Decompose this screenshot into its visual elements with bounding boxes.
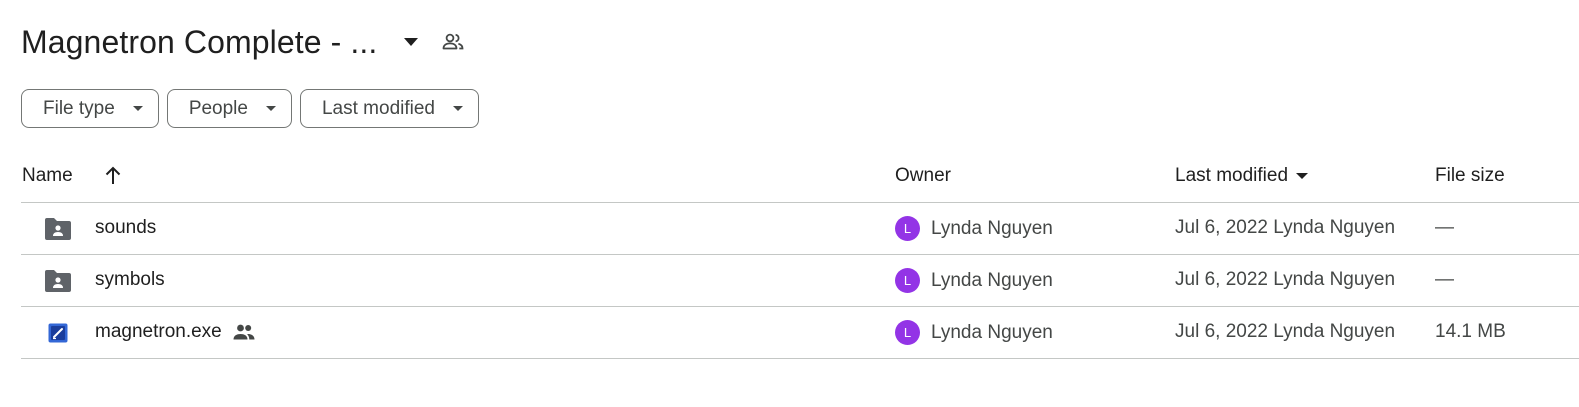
- shared-with-button[interactable]: [433, 22, 473, 62]
- table-row[interactable]: magnetron.exe L Lynda Nguyen Jul 6, 2022…: [21, 307, 1579, 359]
- file-name: magnetron.exe: [95, 321, 222, 342]
- last-modified-filter[interactable]: Last modified: [299, 89, 479, 128]
- title-dropdown-button[interactable]: [391, 22, 431, 62]
- file-name: symbols: [95, 269, 165, 290]
- column-label: Last modified: [1175, 165, 1289, 186]
- sort-ascending-button[interactable]: [101, 164, 125, 188]
- column-header-file-size[interactable]: File size: [1435, 165, 1505, 187]
- file-type-filter[interactable]: File type: [21, 89, 159, 128]
- modified-cell: Jul 6, 2022 Lynda Nguyen: [1175, 269, 1396, 290]
- modified-cell: Jul 6, 2022 Lynda Nguyen: [1175, 217, 1396, 238]
- avatar: L: [895, 216, 920, 241]
- people-filter[interactable]: People: [166, 89, 292, 128]
- column-header-last-modified[interactable]: Last modified: [1175, 165, 1309, 187]
- owner-cell: L Lynda Nguyen: [895, 268, 1053, 293]
- filter-label: File type: [43, 97, 115, 119]
- file-name: sounds: [95, 217, 157, 238]
- caret-down-icon: [453, 106, 463, 111]
- file-list: Name Owner Last modified File size sound…: [21, 150, 1579, 359]
- shared-people-icon: [232, 323, 256, 341]
- owner-cell: L Lynda Nguyen: [895, 320, 1053, 345]
- owner-name: Lynda Nguyen: [931, 217, 1053, 239]
- file-name-cell: magnetron.exe: [95, 321, 256, 343]
- caret-down-icon: [265, 106, 276, 111]
- table-row[interactable]: sounds L Lynda Nguyen Jul 6, 2022 Lynda …: [21, 203, 1579, 255]
- sort-caret-down-icon: [1296, 173, 1309, 179]
- avatar: L: [895, 320, 920, 345]
- owner-name: Lynda Nguyen: [931, 269, 1053, 291]
- avatar: L: [895, 268, 920, 293]
- table-row[interactable]: symbols L Lynda Nguyen Jul 6, 2022 Lynda…: [21, 255, 1579, 307]
- owner-name: Lynda Nguyen: [931, 321, 1053, 343]
- modified-cell: Jul 6, 2022 Lynda Nguyen: [1175, 321, 1396, 342]
- size-cell: —: [1435, 217, 1454, 238]
- arrow-upward-icon: [105, 166, 121, 184]
- arrow-drop-down-icon: [404, 38, 419, 46]
- size-cell: —: [1435, 269, 1454, 290]
- filter-bar: File type People Last modified: [21, 89, 479, 128]
- table-header: Name Owner Last modified File size: [21, 150, 1579, 203]
- column-header-owner[interactable]: Owner: [895, 165, 951, 187]
- shared-folder-icon: [43, 216, 73, 242]
- page-title: Magnetron Complete - ...: [21, 23, 378, 60]
- caret-down-icon: [132, 106, 143, 111]
- people-icon: [442, 33, 464, 50]
- executable-file-icon: [43, 320, 73, 346]
- size-cell: 14.1 MB: [1435, 321, 1506, 342]
- column-header-name[interactable]: Name: [22, 165, 73, 187]
- owner-cell: L Lynda Nguyen: [895, 216, 1053, 241]
- filter-label: Last modified: [321, 97, 435, 119]
- folder-header: Magnetron Complete - ...: [21, 20, 473, 64]
- filter-label: People: [188, 97, 248, 119]
- shared-folder-icon: [43, 268, 73, 294]
